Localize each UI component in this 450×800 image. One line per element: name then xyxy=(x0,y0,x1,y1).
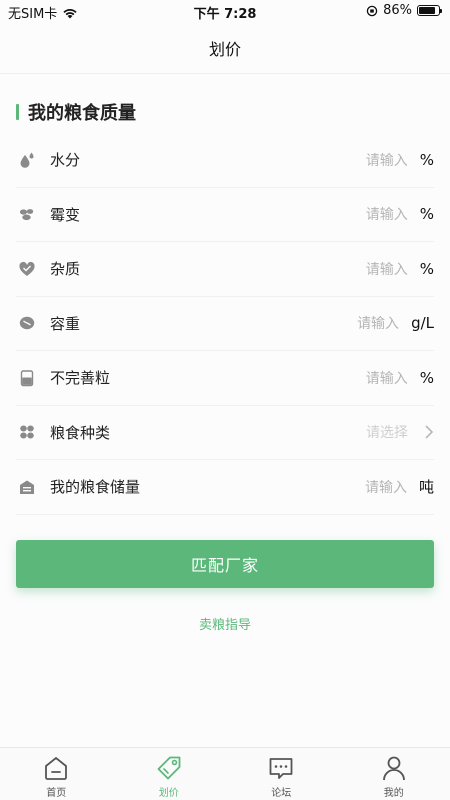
mold-label: 霉变 xyxy=(50,205,81,224)
section-accent-bar xyxy=(16,104,19,120)
battery-icon xyxy=(417,5,442,16)
form-row-storage[interactable]: 我的粮食储量 请输入 吨 xyxy=(16,460,434,515)
tab-forum[interactable]: 论坛 xyxy=(225,748,338,800)
battery-percent: 86% xyxy=(383,3,412,18)
impurity-unit: % xyxy=(419,259,434,278)
home-icon xyxy=(45,757,68,780)
imperfect-grain-icon xyxy=(18,369,36,387)
form-row-impurity[interactable]: 杂质 请输入 % xyxy=(16,242,434,297)
tab-bar: 首页 划价 论坛 我的 xyxy=(0,747,450,800)
tab-price[interactable]: 划价 xyxy=(113,748,226,800)
battery-fill xyxy=(419,7,436,14)
form-row-grain-type[interactable]: 粮食种类 请选择 xyxy=(16,406,434,460)
storage-label: 我的粮食储量 xyxy=(50,478,141,497)
moisture-unit: % xyxy=(419,150,434,169)
tab-profile-label: 我的 xyxy=(383,788,404,799)
match-manufacturer-button[interactable]: 匹配厂家 xyxy=(16,540,434,588)
orientation-lock-icon xyxy=(366,5,378,16)
tab-home[interactable]: 首页 xyxy=(0,748,113,800)
selling-guide-link[interactable]: 卖粮指导 xyxy=(0,614,450,633)
grain-quality-form: 水分 请输入 % 霉变 请输入 % 杂质 请输入 % 容重 请输入 g/L 不完… xyxy=(16,133,434,515)
profile-icon xyxy=(382,756,405,781)
form-row-moisture[interactable]: 水分 请输入 % xyxy=(16,133,434,188)
form-row-bulk-density[interactable]: 容重 请输入 g/L xyxy=(16,297,434,351)
section-title: 我的粮食质量 xyxy=(28,103,136,124)
tab-price-label: 划价 xyxy=(158,788,179,799)
grain-type-select[interactable]: 请选择 xyxy=(366,422,408,442)
imperfect-grain-label: 不完善粒 xyxy=(50,369,111,388)
tab-home-label: 首页 xyxy=(46,788,67,799)
bulk-density-unit: g/L xyxy=(411,314,434,333)
imperfect-grain-unit: % xyxy=(419,368,434,387)
status-bar: 无SIM卡 下午 7:28 86% xyxy=(0,0,450,24)
price-tag-icon xyxy=(157,756,181,780)
mold-unit: % xyxy=(419,205,434,224)
grain-type-label: 粮食种类 xyxy=(50,423,111,442)
storage-icon xyxy=(18,478,36,496)
form-row-imperfect-grain[interactable]: 不完善粒 请输入 % xyxy=(16,351,434,406)
page-title: 划价 xyxy=(208,40,241,59)
tab-profile[interactable]: 我的 xyxy=(338,748,450,800)
status-right: 86% xyxy=(366,3,442,18)
form-row-mold[interactable]: 霉变 请输入 % xyxy=(16,188,434,242)
nav-divider xyxy=(0,73,450,74)
bulk-density-label: 容重 xyxy=(50,314,81,333)
impurity-input[interactable]: 请输入 xyxy=(366,259,408,279)
tab-forum-label: 论坛 xyxy=(271,788,292,799)
storage-input[interactable]: 请输入 xyxy=(365,477,407,497)
chevron-right-icon[interactable] xyxy=(420,424,434,440)
moisture-label: 水分 xyxy=(50,151,81,170)
bulk-density-input[interactable]: 请输入 xyxy=(357,313,399,333)
storage-unit: 吨 xyxy=(418,478,434,497)
grain-type-icon xyxy=(18,423,36,441)
moisture-input[interactable]: 请输入 xyxy=(366,150,408,170)
water-drop-icon xyxy=(18,151,36,169)
mold-input[interactable]: 请输入 xyxy=(366,204,408,224)
section-header: 我的粮食质量 xyxy=(16,99,136,125)
bulk-density-icon xyxy=(18,314,36,332)
impurity-label: 杂质 xyxy=(50,260,81,279)
impurity-icon xyxy=(18,260,36,278)
imperfect-grain-input[interactable]: 请输入 xyxy=(366,368,408,388)
mold-icon xyxy=(18,205,36,223)
forum-icon xyxy=(269,758,293,779)
